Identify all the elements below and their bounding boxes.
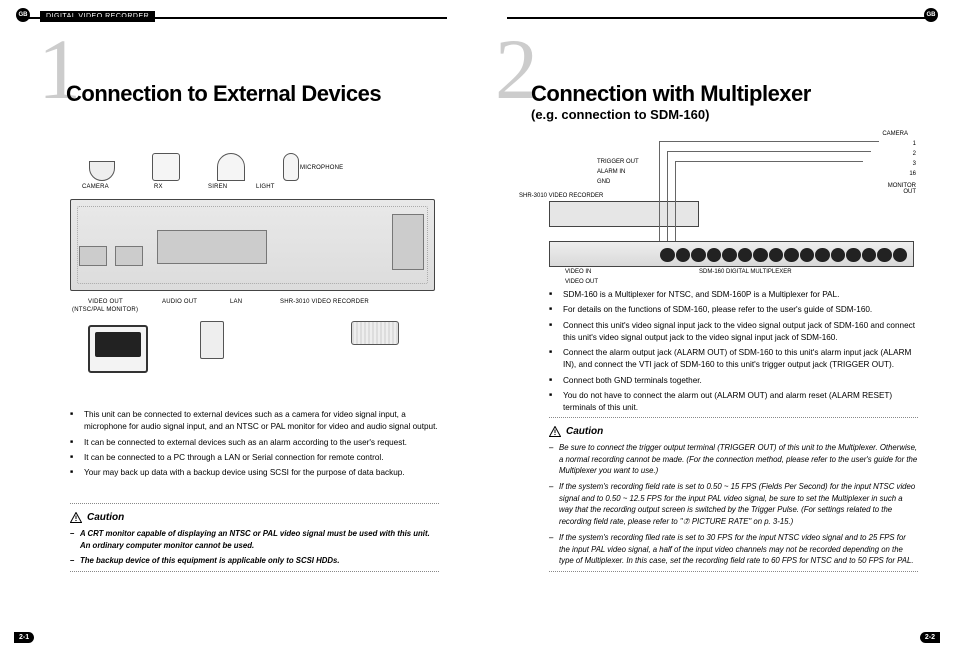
page-right: GB 2 Connection with Multiplexer (e.g. c… [489,9,944,641]
page-number: 2-1 [14,632,34,643]
label-video-out-sub: (NTSC/PAL MONITOR) [72,307,138,313]
label-lan: LAN [230,299,242,305]
pc-icon [200,321,224,359]
warning-icon [549,426,561,437]
caution-title: Caution [87,510,124,525]
header-rule [507,17,926,19]
bullet: For details on the functions of SDM-160,… [549,304,918,316]
label-camera: CAMERA [82,184,109,190]
bullet: Your may back up data with a backup devi… [70,467,439,479]
bullet-block: SDM-160 is a Multiplexer for NTSC, and S… [549,289,918,418]
caution-item: Be sure to connect the trigger output te… [549,442,918,477]
caution-title: Caution [566,424,603,439]
caution-item: If the system's recording field rate is … [549,481,918,528]
label-siren: SIREN [208,184,227,190]
label-recorder: SHR-3010 VIDEO RECORDER [519,193,603,199]
label-video-out: VIDEO OUT [88,299,123,305]
caution-item: A CRT monitor capable of displaying an N… [70,528,439,551]
light-icon [283,153,299,181]
page-subtitle: (e.g. connection to SDM-160) [531,107,709,122]
siren-icon [217,153,245,181]
multiplexer-box [549,241,914,267]
label-mic: MICROPHONE [300,165,343,171]
label-monitor-out: MONITOR OUT [876,183,916,195]
header-rule [28,17,447,19]
label-video-in: VIDEO IN [565,269,591,275]
page-left: GB DIGITAL VIDEO RECORDER 1 Connection t… [10,9,465,641]
page-number: 2-2 [920,632,940,643]
recorder-rear-panel [70,199,435,291]
bullet: Connect both GND terminals together. [549,375,918,387]
label-trigger-out: TRIGGER OUT [597,159,639,165]
page-title: Connection with Multiplexer [531,81,811,107]
camera-icon [89,161,115,181]
label-video-out: VIDEO OUT [565,279,598,285]
label-cam-2: 2 [913,151,916,157]
caution-block: Caution Be sure to connect the trigger o… [549,413,918,578]
rx-icon [152,153,180,181]
label-alarm-in: ALARM IN [597,169,625,175]
bullet: This unit can be connected to external d… [70,409,439,434]
page-title: Connection to External Devices [66,81,381,107]
gb-badge: GB [924,8,938,22]
bullet: Connect this unit's video signal input j… [549,320,918,345]
bullet: It can be connected to external devices … [70,437,439,449]
manual-spread: GB DIGITAL VIDEO RECORDER 1 Connection t… [10,9,944,641]
label-cam-1: 1 [913,141,916,147]
label-gnd: GND [597,179,610,185]
bullet-block: This unit can be connected to external d… [70,409,439,482]
label-camera: CAMERA [882,131,908,137]
caution-item: The backup device of this equipment is a… [70,555,439,567]
label-cam-16: 16 [909,171,916,177]
warning-icon [70,512,82,523]
bullet: SDM-160 is a Multiplexer for NTSC, and S… [549,289,918,301]
bullet: Connect the alarm output jack (ALARM OUT… [549,347,918,372]
label-mux: SDM-160 DIGITAL MULTIPLEXER [699,269,792,275]
label-rx: RX [154,184,163,190]
gb-badge: GB [16,8,30,22]
bullet: It can be connected to a PC through a LA… [70,452,439,464]
diagram-external-devices: CAMERA RX SIREN LIGHT MICROPHONE VIDEO O… [70,139,435,399]
caution-block: Caution A CRT monitor capable of display… [70,499,439,578]
monitor-icon [88,325,148,373]
label-light: LIGHT [256,184,275,190]
diagram-multiplexer: CAMERA 1 2 3 16 MONITOR OUT TRIGGER OUT … [549,137,914,277]
label-audio-out: AUDIO OUT [162,299,197,305]
caution-item: If the system's recording filed rate is … [549,532,918,567]
label-recorder: SHR-3010 VIDEO RECORDER [280,299,369,305]
label-cam-3: 3 [913,161,916,167]
bullet: You do not have to connect the alarm out… [549,390,918,415]
scsi-drive-icon [351,321,399,345]
